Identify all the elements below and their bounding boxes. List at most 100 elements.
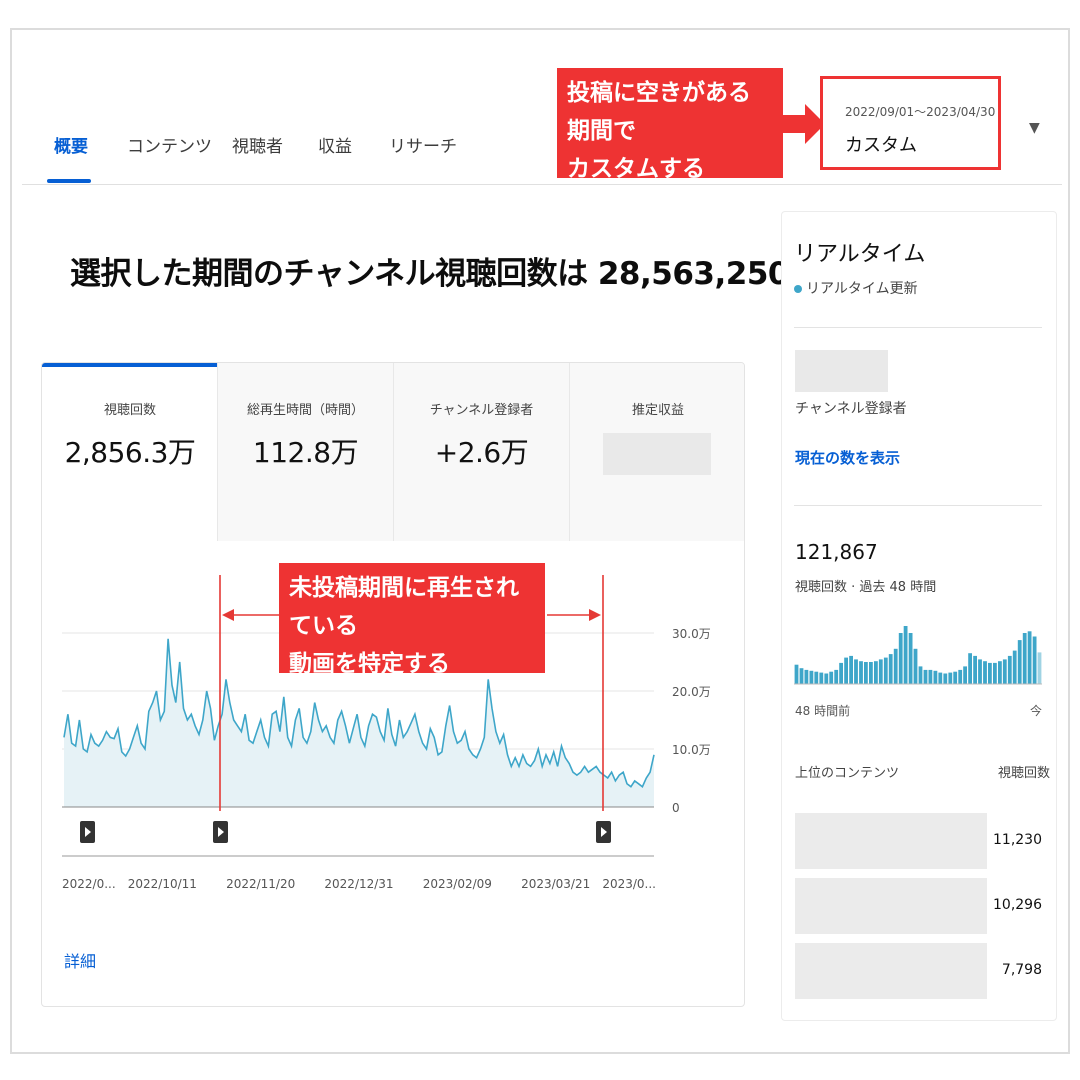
mini-bar	[953, 671, 958, 684]
tab-content[interactable]: コンテンツ	[127, 132, 212, 157]
mini-bar	[968, 653, 972, 684]
mini-bar	[1012, 650, 1017, 684]
arrow-right-icon	[783, 104, 825, 144]
top-content-views: 11,230	[993, 832, 1042, 848]
mini-bar	[903, 626, 908, 684]
annotation-top-line1: 投稿に空きがある期間で	[567, 80, 751, 144]
mini-bar	[844, 657, 848, 684]
x-tick-label: 2022/0...	[62, 877, 116, 891]
mini-bar	[1007, 655, 1012, 684]
show-count-link[interactable]: 現在の数を表示	[795, 447, 900, 468]
mini-bar	[938, 672, 943, 684]
details-link[interactable]: 詳細	[64, 948, 96, 972]
annotation-top-line2: カスタムする	[567, 156, 705, 182]
mini-bar	[1002, 659, 1007, 684]
y-tick-label: 0	[672, 801, 680, 815]
tab-overview[interactable]: 概要	[54, 132, 88, 157]
tab-divider	[22, 184, 1062, 185]
mini-bar	[998, 661, 1002, 684]
views-48h-label: 視聴回数 · 過去 48 時間	[795, 580, 937, 595]
date-range-text: 2022/09/01〜2023/04/30	[845, 105, 996, 119]
annotation-unposted-period: 未投稿期間に再生されている 動画を特定する	[279, 563, 545, 677]
mini-chart-left-label: 48 時間前	[795, 704, 851, 718]
mini-bar	[878, 659, 883, 684]
upload-marker[interactable]	[213, 821, 228, 843]
mini-bar	[993, 662, 997, 684]
top-content-thumbnail[interactable]	[795, 943, 987, 999]
upload-marker[interactable]	[596, 821, 611, 843]
mini-bar	[973, 655, 977, 684]
mini-bar	[963, 666, 967, 684]
tab-research[interactable]: リサーチ	[389, 132, 457, 157]
mini-bar	[948, 672, 953, 684]
mini-bar	[794, 664, 799, 684]
mini-bar	[829, 671, 834, 684]
realtime-live-label: リアルタイム更新	[806, 281, 918, 297]
x-tick-label: 2023/03/21	[521, 877, 590, 891]
mini-bar	[983, 661, 987, 684]
mini-bar	[943, 673, 948, 684]
mini-bar	[849, 655, 853, 684]
top-views-label: 視聴回数	[998, 766, 1051, 781]
mini-bar	[804, 669, 809, 684]
tab-active-indicator	[47, 179, 91, 183]
divider	[794, 505, 1042, 506]
mini-bar	[928, 669, 933, 684]
mini-bar	[978, 659, 982, 684]
mini-bar	[839, 662, 843, 684]
mini-bar	[958, 669, 963, 684]
x-tick-label: 2022/10/11	[128, 877, 197, 891]
mini-bar	[1017, 640, 1022, 684]
mini-bar	[864, 662, 868, 684]
mini-bar	[874, 661, 878, 684]
date-mode-text: カスタム	[845, 135, 917, 156]
top-content-views: 7,798	[1001, 962, 1042, 978]
mini-bar	[933, 670, 938, 684]
mini-bar	[814, 671, 819, 684]
top-content-thumbnail[interactable]	[795, 813, 987, 869]
dropdown-arrow-icon[interactable]: ▼	[1029, 120, 1040, 136]
mini-bar	[799, 668, 804, 684]
live-dot-icon	[794, 285, 802, 293]
page-title: 選択した期間のチャンネル視聴回数は 28,563,250 回です	[70, 256, 891, 292]
annotation-mid-line2: 動画を特定する	[289, 651, 450, 677]
mini-bar	[1022, 633, 1027, 684]
top-content-label: 上位のコンテンツ	[795, 766, 900, 781]
date-range-picker[interactable]: 2022/09/01〜2023/04/30 カスタム	[820, 76, 1001, 170]
mini-bar	[1037, 652, 1042, 684]
mini-bar	[834, 669, 839, 684]
x-tick-label: 2022/11/20	[226, 877, 295, 891]
upload-marker[interactable]	[80, 821, 95, 843]
arrow-left-icon	[222, 609, 234, 621]
y-tick-label: 30.0万	[672, 627, 711, 641]
mini-bar	[819, 672, 824, 684]
mini-chart-right-label: 今	[1030, 704, 1043, 718]
realtime-live-status: リアルタイム更新	[794, 278, 918, 298]
x-tick-label: 2022/12/31	[324, 877, 393, 891]
subscribers-label: チャンネル登録者	[795, 401, 907, 417]
mini-bar	[883, 657, 888, 684]
x-tick-label: 2023/0...	[602, 877, 656, 891]
mini-bar	[923, 669, 928, 684]
tab-audience[interactable]: 視聴者	[232, 132, 283, 157]
x-tick-label: 2023/02/09	[423, 877, 492, 891]
mini-bar	[1027, 631, 1032, 684]
top-content-views: 10,296	[993, 897, 1042, 913]
views-chart: 30.0万 20.0万 10.0万 0 2022/0... 2022/10/11 2022…	[62, 575, 711, 891]
mini-bar	[888, 654, 893, 684]
arrow-right-icon	[589, 609, 601, 621]
mini-bar	[988, 662, 992, 684]
top-content-thumbnail[interactable]	[795, 878, 987, 934]
mini-bar	[898, 633, 903, 684]
realtime-title: リアルタイム	[794, 242, 926, 267]
subscriber-count-hidden	[795, 350, 888, 392]
mini-bar	[893, 648, 898, 684]
y-tick-label: 20.0万	[672, 685, 711, 699]
mini-bar	[859, 661, 863, 684]
views-48h-value: 121,867	[795, 540, 878, 564]
tab-revenue[interactable]: 収益	[318, 132, 352, 157]
annotation-custom-period: 投稿に空きがある期間で カスタムする	[557, 68, 783, 182]
mini-bar	[824, 673, 829, 684]
mini-bar	[918, 666, 923, 684]
mini-bar	[869, 662, 873, 684]
